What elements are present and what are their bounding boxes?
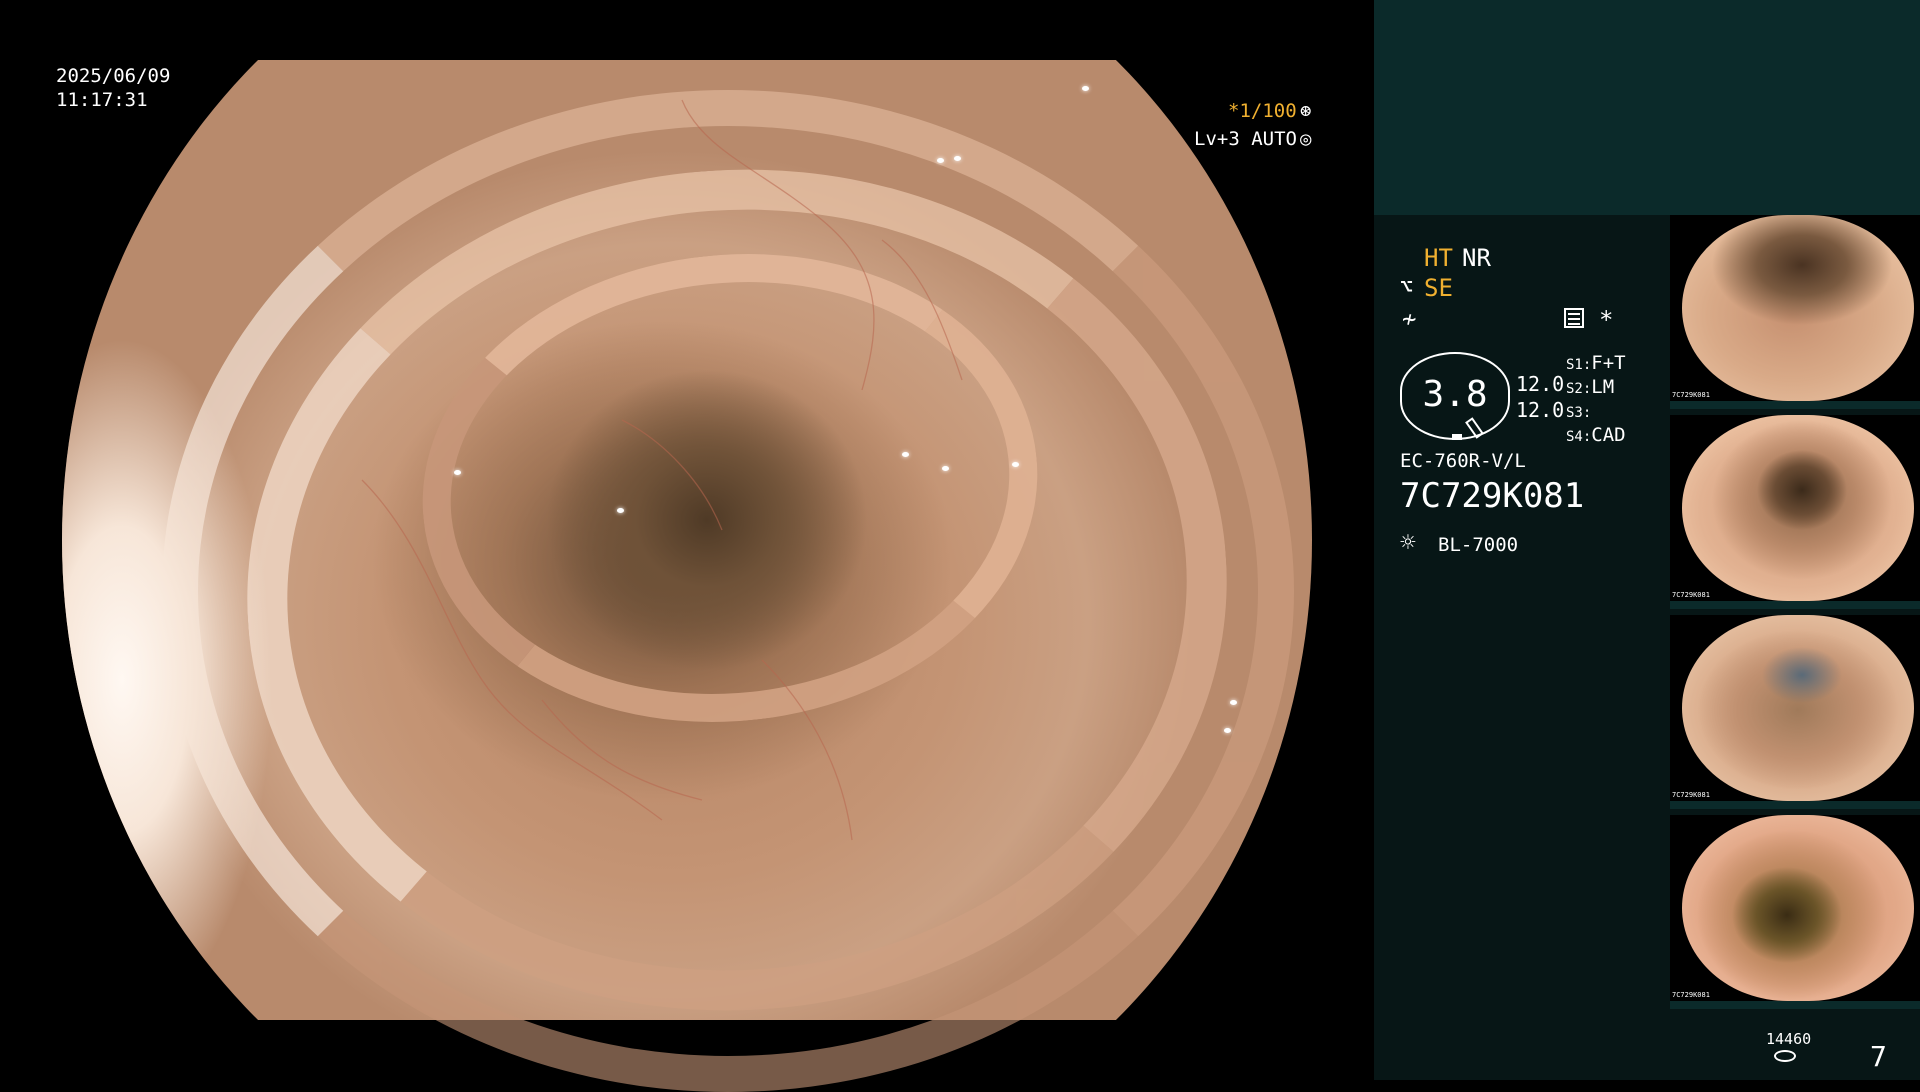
captured-thumbnail[interactable]: 7C729K081 <box>1670 815 1920 1009</box>
thumbnail-bar <box>1670 1001 1920 1009</box>
aperture-icon: ⊛ <box>1300 100 1312 122</box>
magnification-gauge: 3.8 <box>1400 352 1510 440</box>
light-source-icon: ☼ <box>1400 528 1416 558</box>
captured-thumbnail[interactable]: 7C729K081 <box>1670 415 1920 609</box>
setting-value-1: 12.0 <box>1516 372 1565 396</box>
switch-value: F+T <box>1591 352 1626 374</box>
shutter-speed: *1/100 <box>1228 100 1297 122</box>
datetime-overlay: 2025/06/09 11:17:31 <box>56 64 170 112</box>
setting-value-2: 12.0 <box>1516 398 1565 422</box>
specular-reflection <box>617 508 624 513</box>
thumbnail-image <box>1682 615 1914 801</box>
captured-thumbnail[interactable]: 7C729K081 <box>1670 615 1920 809</box>
switch-2: S2:LM <box>1566 376 1614 398</box>
thumbnail-image <box>1682 215 1914 401</box>
specular-reflection <box>1082 86 1089 91</box>
specular-reflection <box>954 156 961 161</box>
se-indicator: SE <box>1424 274 1453 302</box>
thumbnail-caption: 7C729K081 <box>1672 391 1710 399</box>
light-source-model: BL-7000 <box>1438 534 1519 556</box>
thumbnail-caption: 7C729K081 <box>1672 991 1710 999</box>
captured-thumbnail[interactable]: 7C729K081 <box>1670 215 1920 409</box>
thumbnail-image <box>1682 815 1914 1001</box>
switch-4: S4:CAD <box>1566 424 1626 446</box>
ht-indicator: HT <box>1424 244 1453 272</box>
gauge-tip-icon <box>1465 417 1484 439</box>
gauge-base-marker <box>1452 434 1462 440</box>
gauge-value: 3.8 <box>1422 374 1488 415</box>
endoscope-live-image <box>62 60 1312 1092</box>
nr-indicator: NR <box>1462 244 1491 272</box>
thumbnail-caption: 7C729K081 <box>1672 791 1710 799</box>
specular-reflection <box>942 466 949 471</box>
switch-value: LM <box>1591 376 1615 398</box>
storage-disk-icon <box>1774 1050 1796 1062</box>
time-text: 11:17:31 <box>56 89 148 111</box>
vessel-pattern <box>361 99 963 841</box>
thumbnail-bar <box>1670 801 1920 809</box>
switch-1: S1:F+T <box>1566 352 1626 374</box>
switch-label: S1: <box>1566 357 1592 373</box>
page-number: 7 <box>1870 1040 1887 1073</box>
specular-reflection <box>1230 700 1237 705</box>
switch-value: CAD <box>1591 424 1626 446</box>
thumbnail-caption: 7C729K081 <box>1672 591 1710 599</box>
auto-iris-icon: ◎ <box>1300 128 1312 150</box>
switch-label: S2: <box>1566 381 1592 397</box>
thumbnail-bar <box>1670 601 1920 609</box>
scope-model: EC-760R-V/L <box>1400 450 1526 472</box>
specular-reflection <box>937 158 944 163</box>
structure-enhance-icon: ⌥ <box>1400 275 1414 300</box>
specular-reflection <box>1012 462 1019 467</box>
panel-header-area <box>1374 0 1920 215</box>
settings-list-icon <box>1564 308 1584 328</box>
thumbnail-bar <box>1670 401 1920 409</box>
switch-3: S3: <box>1566 400 1591 422</box>
star-indicator: * <box>1599 306 1614 334</box>
specular-reflection <box>902 452 909 457</box>
specular-reflection <box>1224 728 1231 733</box>
iris-level: Lv+3 AUTO <box>1194 128 1297 150</box>
capture-count: 14460 <box>1766 1030 1812 1048</box>
switch-label: S4: <box>1566 429 1592 445</box>
switch-label: S3: <box>1566 405 1592 421</box>
thumbnail-image <box>1682 415 1914 601</box>
scope-serial: 7C729K081 <box>1400 476 1585 516</box>
date-text: 2025/06/09 <box>56 65 171 87</box>
specular-reflection <box>454 470 461 475</box>
freeze-icon: ≁ <box>1402 305 1417 333</box>
